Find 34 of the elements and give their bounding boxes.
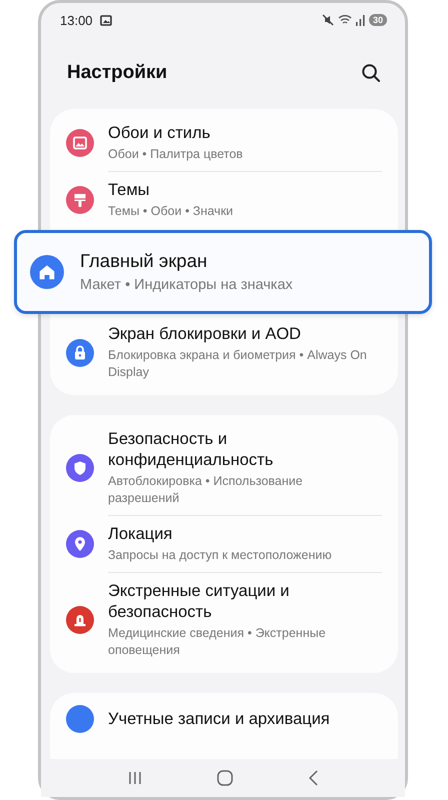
item-subtitle: Автоблокировка • Использование разрешений (108, 473, 304, 507)
status-time: 13:00 (60, 12, 93, 28)
recent-apps-icon[interactable] (128, 771, 142, 785)
home-button-icon[interactable] (216, 770, 233, 786)
settings-item[interactable]: Темы Темы • Обои • Значки (50, 172, 398, 228)
item-subtitle: Обои • Палитра цветов (108, 146, 243, 163)
settings-item[interactable]: Безопасность и конфиденциальность Автоблокировка • Использование разрешений (50, 421, 398, 515)
settings-item[interactable]: Экран блокировки и AOD Блокировка экрана и биометрия • Always On Display (50, 316, 398, 389)
picture-icon (100, 14, 112, 26)
back-icon[interactable] (308, 770, 318, 786)
item-subtitle: Темы • Обои • Значки (108, 203, 234, 220)
item-title: Безопасность и конфиденциальность (108, 429, 274, 471)
item-title: Локация (108, 524, 174, 545)
settings-item[interactable]: Локация Запросы на доступ к местоположению (50, 516, 398, 572)
page-title: Настройки (67, 62, 168, 84)
item-title: Обои и стиль (108, 123, 212, 144)
settings-item[interactable]: Учетные записи и архивация (50, 699, 398, 741)
item-title: Учетные записи и архивация (108, 708, 330, 730)
item-title: Главный экран (80, 249, 208, 273)
item-subtitle: Медицинские сведения • Экстренные оповещения (108, 625, 327, 659)
item-subtitle: Макет • Индикаторы на значках (80, 276, 293, 295)
settings-item[interactable]: Обои и стиль Обои • Палитра цветов (50, 115, 398, 171)
item-title: Темы (108, 180, 151, 201)
item-subtitle: Запросы на доступ к местоположению (108, 547, 332, 564)
search-icon[interactable] (361, 63, 381, 83)
highlighted-settings-item[interactable]: Главный экран Макет • Индикаторы на значках (14, 230, 432, 314)
item-title: Экстренные ситуации и безопасность (108, 581, 290, 623)
wifi-icon (338, 14, 352, 26)
mute-icon (322, 14, 334, 26)
item-subtitle: Блокировка экрана и биометрия • Always On Display (108, 347, 368, 381)
item-title: Экран блокировки и AOD (108, 324, 302, 345)
settings-item[interactable]: Экстренные ситуации и безопасность Медицинские сведения • Экстренные оповещения (50, 573, 398, 667)
battery-level: 30 (368, 14, 387, 26)
signal-icon (356, 14, 365, 26)
